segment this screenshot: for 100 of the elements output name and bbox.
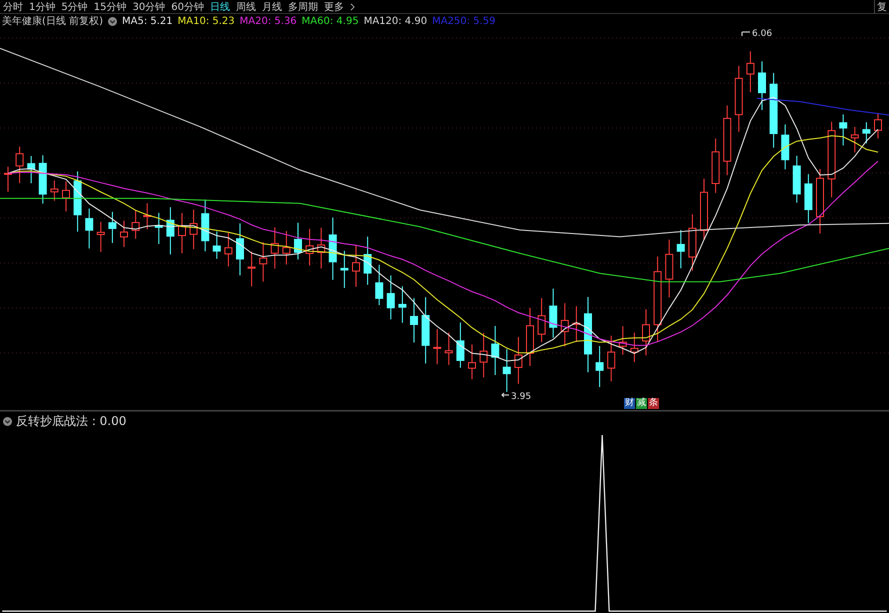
candle bbox=[410, 298, 418, 343]
candle bbox=[804, 174, 812, 224]
ma-label: MA20: 5.36 bbox=[240, 16, 297, 26]
candle bbox=[132, 210, 140, 240]
candle bbox=[398, 286, 406, 324]
candle bbox=[27, 156, 36, 184]
ma-label: MA250: 5.59 bbox=[432, 16, 496, 26]
period-tab[interactable]: 分时 bbox=[3, 0, 23, 14]
event-badge[interactable]: 减 bbox=[636, 398, 647, 409]
candle bbox=[178, 212, 186, 254]
candle bbox=[781, 124, 790, 170]
candle bbox=[375, 264, 384, 306]
candle bbox=[862, 122, 870, 144]
candle bbox=[108, 211, 116, 244]
event-badge[interactable]: 条 bbox=[648, 398, 659, 409]
candle bbox=[538, 298, 546, 343]
chevron-icon bbox=[350, 2, 355, 10]
candle bbox=[190, 209, 198, 250]
candle bbox=[874, 112, 882, 140]
candle bbox=[607, 335, 616, 382]
candle bbox=[468, 344, 476, 380]
period-tab[interactable]: 多周期 bbox=[288, 0, 318, 14]
candle bbox=[665, 239, 674, 298]
candle bbox=[514, 336, 522, 384]
candle bbox=[282, 230, 290, 265]
dropdown-icon[interactable] bbox=[108, 16, 117, 26]
period-tab[interactable]: 15分钟 bbox=[94, 0, 126, 14]
candle bbox=[572, 306, 580, 342]
candle bbox=[700, 178, 708, 240]
candle bbox=[154, 212, 163, 244]
indicator-label: 反转抄底战法 : 0.00 bbox=[16, 412, 126, 430]
event-badge[interactable]: 财 bbox=[624, 398, 635, 409]
candle bbox=[352, 244, 360, 288]
candle bbox=[560, 302, 569, 347]
candle bbox=[642, 308, 650, 356]
candle bbox=[85, 208, 94, 250]
candle bbox=[480, 332, 488, 378]
ma-label: MA5: 5.21 bbox=[122, 16, 173, 26]
candle bbox=[433, 328, 442, 365]
candle bbox=[317, 227, 326, 270]
candle bbox=[340, 250, 348, 288]
candle bbox=[596, 346, 604, 388]
candle bbox=[294, 222, 302, 260]
dropdown-icon[interactable] bbox=[3, 416, 12, 426]
candle bbox=[38, 154, 47, 204]
ma-label: MA60: 4.95 bbox=[302, 16, 359, 26]
candle bbox=[676, 230, 685, 269]
candle bbox=[224, 232, 232, 267]
period-tab[interactable]: 30分钟 bbox=[132, 0, 166, 14]
low-price-label: 3.95 bbox=[511, 392, 532, 402]
more-tab[interactable]: 更多 bbox=[324, 0, 344, 14]
candle bbox=[212, 230, 221, 260]
candle bbox=[96, 221, 105, 252]
candle bbox=[444, 332, 453, 366]
candle bbox=[526, 307, 534, 367]
candle bbox=[236, 222, 244, 276]
candle bbox=[364, 236, 372, 286]
period-tab[interactable]: 月线 bbox=[262, 0, 282, 14]
candle bbox=[850, 126, 859, 153]
candle bbox=[491, 325, 500, 376]
candle bbox=[4, 166, 12, 192]
candle bbox=[50, 180, 58, 202]
candle bbox=[143, 202, 152, 230]
candle bbox=[306, 228, 314, 266]
candle bbox=[839, 114, 848, 146]
candle bbox=[328, 217, 337, 280]
candle bbox=[688, 214, 696, 272]
candle bbox=[386, 274, 395, 320]
period-tab[interactable]: 1分钟 bbox=[29, 0, 56, 14]
period-tab[interactable]: 5分钟 bbox=[61, 0, 88, 14]
candle bbox=[712, 138, 720, 194]
candle bbox=[201, 198, 210, 252]
candle bbox=[120, 220, 128, 248]
adjust-button[interactable]: 复 bbox=[874, 0, 889, 14]
high-price-label: 6.06 bbox=[752, 29, 772, 39]
candle bbox=[734, 65, 743, 132]
ma-label: MA10: 5.23 bbox=[178, 16, 235, 26]
period-tab[interactable]: 60分钟 bbox=[171, 0, 204, 14]
candle bbox=[549, 288, 558, 338]
low-marker-arrow bbox=[501, 392, 510, 398]
candle bbox=[16, 146, 24, 184]
candle bbox=[422, 296, 430, 364]
candle bbox=[792, 155, 801, 204]
candle bbox=[259, 242, 268, 282]
stock-title: 美年健康(日线 前复权) bbox=[2, 14, 103, 28]
candle bbox=[166, 206, 174, 255]
period-tab[interactable]: 周线 bbox=[236, 0, 256, 14]
candle bbox=[618, 326, 627, 356]
candle bbox=[723, 105, 732, 176]
ma-label: MA120: 4.90 bbox=[364, 16, 428, 26]
candle bbox=[502, 348, 511, 392]
candle bbox=[74, 170, 82, 232]
candle bbox=[758, 60, 766, 110]
candle bbox=[630, 332, 638, 363]
candle bbox=[746, 50, 754, 93]
candle bbox=[456, 322, 464, 368]
candle bbox=[248, 250, 256, 287]
period-tab[interactable]: 日线 bbox=[210, 0, 230, 14]
candle bbox=[816, 168, 824, 234]
candle bbox=[62, 180, 70, 212]
